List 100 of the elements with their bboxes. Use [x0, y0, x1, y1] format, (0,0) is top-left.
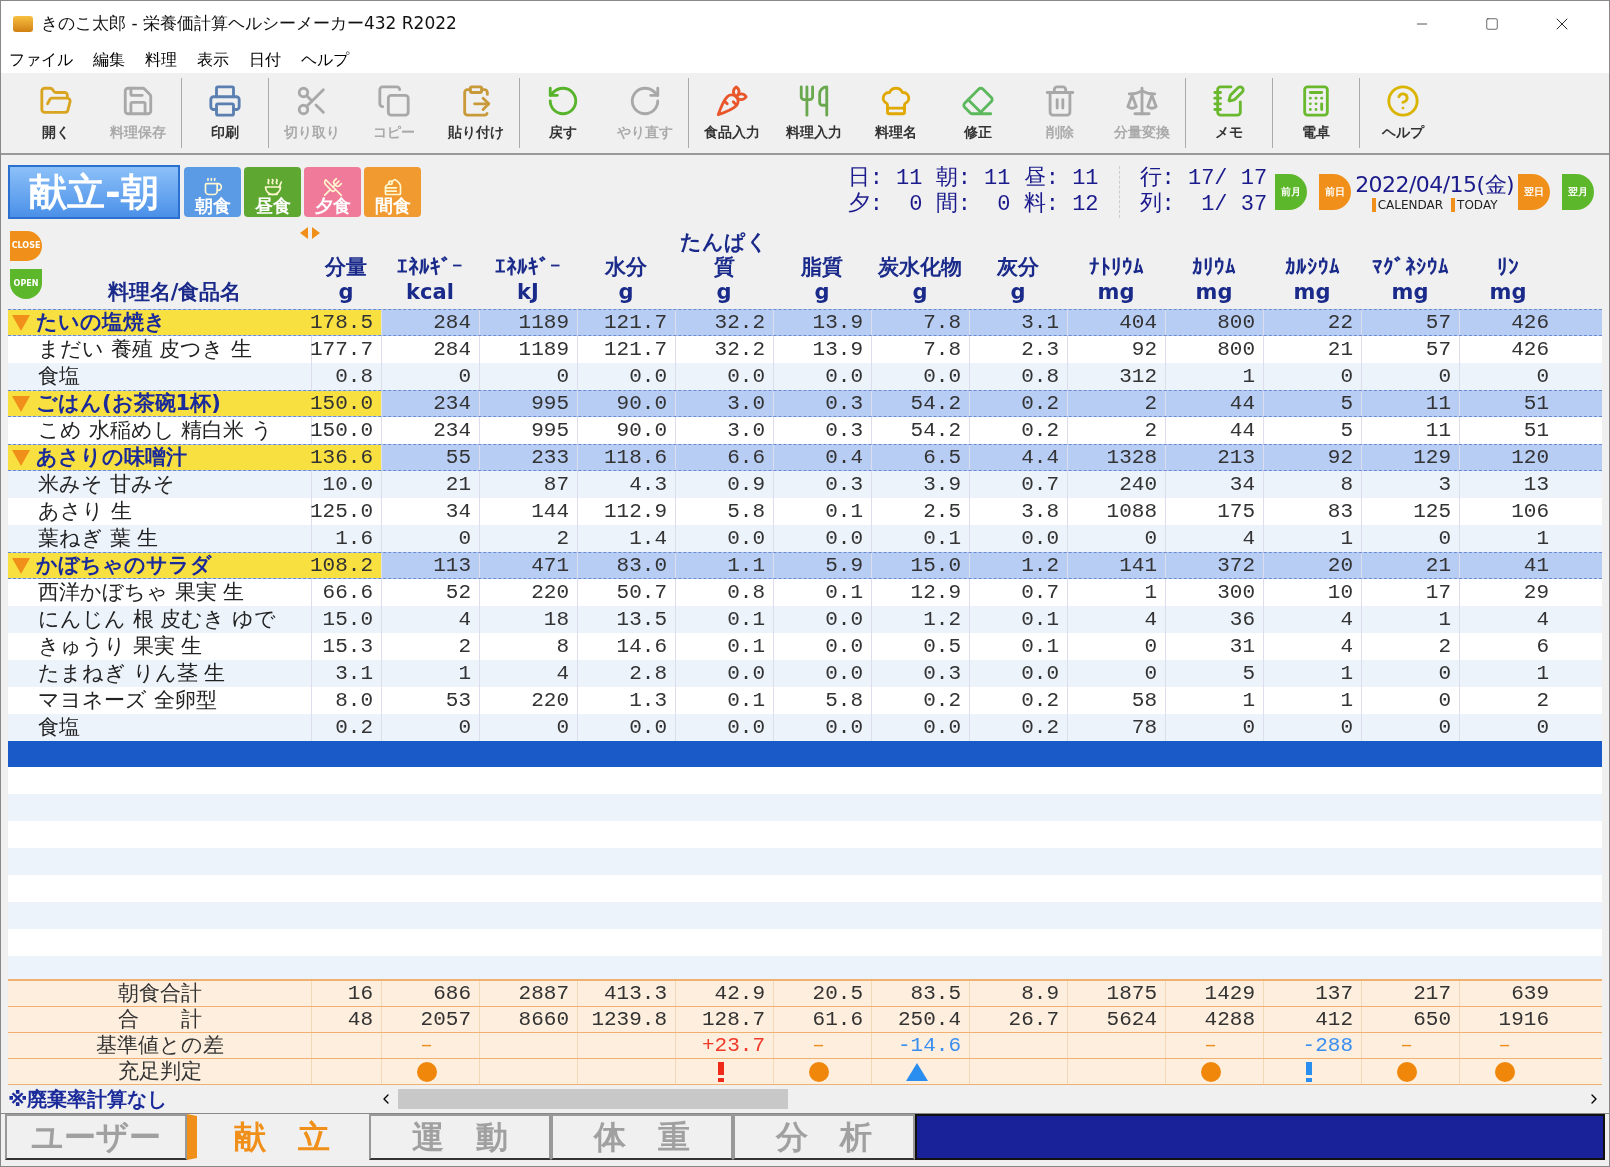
column-header: 水分	[605, 255, 647, 280]
table-cell: 83.0	[577, 553, 675, 578]
column-header: g	[618, 280, 634, 305]
table-cell: 129	[1361, 445, 1459, 470]
table-cell: 120	[1459, 445, 1557, 470]
toolbar-button[interactable]: 料理入力	[775, 80, 853, 146]
column-header: ﾏｸﾞﾈｼｳﾑ	[1371, 255, 1449, 280]
column-header: ﾘﾝ	[1497, 255, 1519, 280]
table-cell: 1189	[479, 310, 577, 335]
toolbar-button[interactable]: 修正	[939, 80, 1017, 146]
toolbar-button[interactable]: 食品入力	[693, 80, 771, 146]
toolbar-button[interactable]: ヘルプ	[1364, 80, 1442, 146]
menu-item[interactable]: ヘルプ	[301, 48, 349, 72]
total-value: 1916	[1498, 1006, 1549, 1033]
summary-label: 充足判定	[116, 1059, 203, 1084]
today-link[interactable]: TODAY	[1451, 198, 1498, 212]
dish-name-cell[interactable]: あさりの味噌汁	[8, 445, 311, 470]
toolbar-button[interactable]: 電卓	[1277, 80, 1355, 146]
toolbar-button[interactable]: 貼り付け	[437, 80, 515, 146]
food-name-cell[interactable]: あさり 生	[8, 498, 311, 525]
column-header: mg	[1195, 280, 1233, 305]
dish-name-cell[interactable]: ごはん(お茶碗1杯)	[8, 391, 311, 416]
collapse-triangle-icon[interactable]	[12, 395, 30, 412]
toolbar-button[interactable]: 戻す	[524, 80, 602, 146]
bowl-icon[interactable]	[262, 177, 283, 197]
table-cell: 3.1	[969, 310, 1067, 335]
total-value: 61.6	[812, 1006, 863, 1033]
food-name-cell[interactable]: 西洋かぼちゃ 果実 生	[8, 579, 311, 606]
column-header: g	[338, 280, 354, 305]
column-header: mg	[1489, 280, 1527, 305]
column-header: kcal	[406, 280, 454, 305]
toolbar-button[interactable]: メモ	[1190, 80, 1268, 146]
current-date: 2022/04/15(金)	[1355, 172, 1514, 198]
difference-value: –	[1400, 1032, 1413, 1059]
column-header: 灰分	[997, 255, 1039, 280]
difference-value: -14.6	[898, 1032, 961, 1059]
total-value: 48	[347, 1006, 373, 1033]
column-header: mg	[1097, 280, 1135, 305]
food-name-cell[interactable]: 米みそ 甘みそ	[8, 471, 311, 498]
food-name-cell[interactable]: きゅうり 果実 生	[8, 633, 311, 660]
total-value: 5624	[1106, 1006, 1157, 1033]
fork-knife-icon[interactable]	[322, 177, 343, 197]
table-cell: 121.7	[577, 310, 675, 335]
column-header: 料理名/食品名	[107, 280, 242, 305]
total-value: 1429	[1204, 980, 1255, 1007]
table-cell: 92	[1263, 445, 1361, 470]
menu-item[interactable]: 日付	[249, 48, 281, 72]
toolbar-button[interactable]: 印刷	[186, 80, 264, 146]
table-cell: 0.3	[773, 391, 871, 416]
mode-title: 献立-朝	[8, 165, 180, 219]
menu-item[interactable]: 料理	[145, 48, 177, 72]
table-cell: 5.9	[773, 553, 871, 578]
collapse-triangle-icon[interactable]	[12, 449, 30, 466]
food-name-cell[interactable]: 食塩	[8, 363, 311, 390]
table-cell: 1328	[1067, 445, 1165, 470]
cup-icon[interactable]	[202, 177, 223, 197]
empty-table-area[interactable]	[8, 767, 1602, 979]
food-name-cell[interactable]: たまねぎ りん茎 生	[8, 660, 311, 687]
table-cell: 213	[1165, 445, 1263, 470]
food-name-cell[interactable]: マヨネーズ 全卵型	[8, 687, 311, 714]
collapse-triangle-icon[interactable]	[12, 557, 30, 574]
total-value: 8660	[518, 1006, 569, 1033]
total-value: 128.7	[702, 1006, 765, 1033]
total-value: 413.3	[604, 980, 667, 1007]
dish-name-cell[interactable]: たいの塩焼き	[8, 310, 311, 335]
menu-item[interactable]: 編集	[93, 48, 125, 72]
table-cell: 57	[1361, 310, 1459, 335]
table-cell: 6.5	[871, 445, 969, 470]
food-name-cell[interactable]: こめ 水稲めし 精白米 う	[8, 417, 311, 444]
menu-item[interactable]: ファイル	[9, 48, 73, 72]
table-cell: 113	[381, 553, 479, 578]
table-cell: 11	[1361, 391, 1459, 416]
notebook-icon[interactable]	[1212, 83, 1246, 118]
carrot-icon[interactable]	[715, 83, 749, 118]
table-cell: 404	[1067, 310, 1165, 335]
toolbar-button[interactable]: 料理名	[857, 80, 935, 146]
fork-knife-icon[interactable]	[797, 83, 831, 118]
table-cell: 118.6	[577, 445, 675, 470]
food-name-cell[interactable]: まだい 養殖 皮つき 生	[8, 336, 311, 363]
column-header: 脂質	[801, 255, 843, 280]
total-value: 26.7	[1008, 1006, 1059, 1033]
toolbar-button[interactable]: 開く	[17, 80, 95, 146]
table-cell: 41	[1459, 553, 1557, 578]
table-cell: 21	[1361, 553, 1459, 578]
row-position: 行: 17/ 17	[1139, 166, 1268, 192]
table-cell: 233	[479, 445, 577, 470]
calendar-link[interactable]: CALENDAR	[1371, 198, 1444, 212]
food-name-cell[interactable]: 食塩	[8, 714, 311, 741]
collapse-triangle-icon[interactable]	[12, 314, 30, 331]
food-name-cell[interactable]: にんじん 根 皮むき ゆで	[8, 606, 311, 633]
cake-icon[interactable]	[382, 177, 403, 197]
table-cell: 2	[1067, 391, 1165, 416]
total-value: 1875	[1106, 980, 1157, 1007]
printer-icon[interactable]	[208, 83, 242, 118]
food-name-cell[interactable]: 葉ねぎ 葉 生	[8, 525, 311, 552]
maximize-icon[interactable]	[1485, 17, 1499, 31]
help-icon[interactable]	[1386, 83, 1420, 118]
menu-item[interactable]: 表示	[197, 48, 229, 72]
total-value: 1239.8	[591, 1006, 667, 1033]
dish-name-cell[interactable]: かぼちゃのサラダ	[8, 553, 311, 578]
